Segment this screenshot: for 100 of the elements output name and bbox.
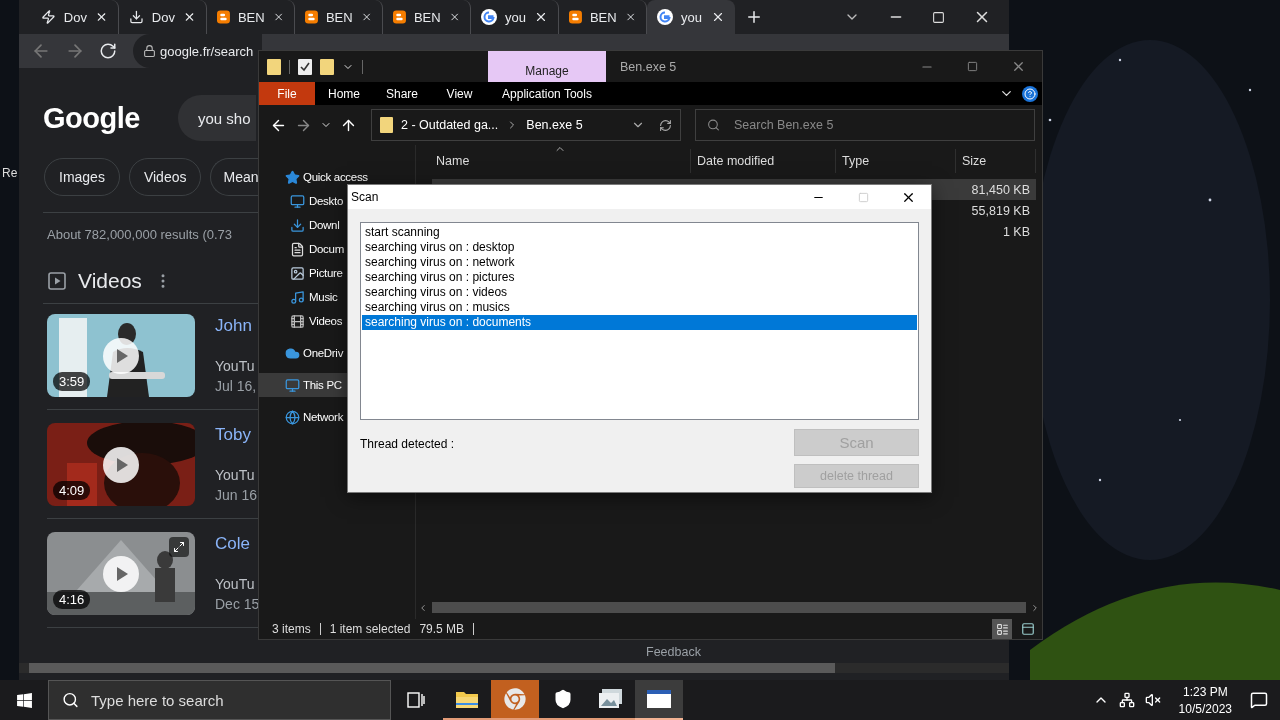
nav-label: This PC — [303, 379, 342, 391]
notification-icon[interactable] — [1250, 691, 1268, 709]
video-source: YouTu — [215, 467, 256, 483]
monitor-icon — [285, 377, 300, 393]
expand-icon[interactable] — [169, 537, 189, 557]
ribbon-tab[interactable]: Share — [373, 82, 431, 105]
bolt-icon — [41, 9, 56, 25]
ribbon-tab[interactable]: Home — [315, 82, 373, 105]
column-header[interactable]: Date modified — [691, 149, 836, 173]
nav-label: Deskto — [309, 195, 343, 207]
video-title[interactable]: John — [215, 316, 257, 336]
file-size: 81,450 KB — [971, 182, 1030, 197]
download-icon — [290, 217, 305, 233]
square-logo-icon — [217, 9, 230, 25]
nav-label: Picture — [309, 267, 343, 279]
square-logo-icon — [305, 9, 318, 25]
desktop-icon-label[interactable]: Re — [2, 166, 18, 180]
music-note-icon — [290, 289, 305, 305]
ribbon-tab[interactable]: View — [431, 82, 488, 105]
close-icon[interactable] — [360, 10, 372, 24]
section-title: Videos — [78, 269, 142, 293]
taskbar-app[interactable] — [635, 680, 683, 720]
film-icon — [290, 313, 305, 329]
nav-label: Docum — [309, 243, 344, 255]
status-text: 79.5 MB — [419, 622, 465, 636]
refresh-icon[interactable] — [659, 118, 672, 132]
column-header[interactable]: Size — [956, 149, 1036, 173]
scroll-left-icon[interactable] — [418, 602, 428, 613]
video-date: Jul 16, — [215, 378, 257, 394]
properties-icon[interactable] — [298, 58, 312, 75]
log-entry[interactable]: searching virus on : desktop — [362, 240, 917, 255]
search-icon — [62, 691, 79, 709]
result-stats: About 782,000,000 results (0.73 — [47, 227, 233, 242]
log-entry[interactable]: searching virus on : network — [362, 255, 917, 270]
network-icon[interactable] — [1118, 692, 1135, 708]
window-icon — [647, 690, 671, 708]
close-icon[interactable] — [448, 10, 460, 24]
close-icon[interactable] — [272, 10, 284, 24]
four-panes-icon — [15, 691, 33, 709]
play-icon[interactable] — [103, 338, 139, 374]
nav-item[interactable]: Quick access — [259, 165, 415, 189]
help-icon[interactable] — [1022, 85, 1038, 102]
log-entry[interactable]: searching virus on : documents — [362, 315, 917, 330]
log-entry[interactable]: start scanning — [362, 225, 917, 240]
browser-tab[interactable]: you — [647, 0, 735, 34]
globe-icon — [285, 409, 300, 425]
folder-icon — [380, 117, 393, 133]
details-view-button[interactable] — [992, 619, 1012, 639]
log-list[interactable]: start scanning searching virus on : desktop searching virus on : network searching virus on : pictures searching virus on : videos searching virus on : musics searching virus on : documents — [360, 222, 919, 420]
video-source: YouTu — [215, 358, 256, 374]
breadcrumb-item[interactable]: 2 - Outdated ga... — [401, 118, 499, 132]
search-field[interactable]: Search Ben.exe 5 — [695, 109, 1035, 141]
column-header[interactable]: Name — [416, 149, 691, 173]
nav-label: Videos — [309, 315, 343, 327]
ribbon-tab[interactable]: Application Tools — [488, 82, 606, 105]
close-icon[interactable] — [624, 10, 636, 24]
clock-time[interactable]: 1:23 PM — [1182, 684, 1228, 699]
muted-speaker-icon[interactable] — [1144, 692, 1161, 708]
search-icon — [707, 118, 720, 132]
log-entry[interactable]: searching virus on : videos — [362, 285, 917, 300]
search-field[interactable]: you sho — [178, 95, 256, 141]
log-entry[interactable]: searching virus on : pictures — [362, 270, 917, 285]
panel-icon — [1021, 622, 1035, 636]
close-icon[interactable] — [534, 10, 548, 24]
star-icon — [285, 169, 300, 185]
breadcrumb-item[interactable]: Ben.exe 5 — [526, 118, 583, 132]
column-header[interactable]: Type — [836, 149, 956, 173]
close-icon[interactable] — [95, 10, 108, 24]
round-logo-icon — [481, 9, 497, 25]
folder-icon[interactable] — [320, 58, 334, 75]
task-view-icon — [407, 692, 425, 708]
play-icon[interactable] — [103, 447, 139, 483]
folder-icon — [455, 689, 479, 709]
round-logo-icon — [657, 9, 673, 25]
new-tab-icon[interactable] — [745, 8, 763, 26]
window-title: Ben.exe 5 — [619, 59, 678, 74]
shield-icon — [553, 689, 573, 709]
ribbon-tab[interactable]: Manage — [488, 51, 606, 82]
address-bar[interactable]: google.fr/search — [133, 34, 262, 68]
play-square-icon — [48, 272, 66, 290]
scroll-right-icon[interactable] — [1030, 602, 1040, 613]
video-title[interactable]: Toby — [215, 425, 258, 445]
folder-icon[interactable] — [267, 58, 281, 75]
reload-icon[interactable] — [99, 42, 117, 60]
image-icon — [290, 265, 305, 281]
video-date: Jun 16 — [215, 487, 258, 503]
log-entry[interactable]: searching virus on : musics — [362, 300, 917, 315]
list-icon — [995, 622, 1009, 636]
clock-date[interactable]: 10/5/2023 — [1178, 701, 1232, 716]
close-icon[interactable] — [183, 10, 196, 24]
nav-label: Music — [309, 291, 338, 303]
nav-label: Downl — [309, 219, 340, 231]
video-title[interactable]: Cole — [215, 534, 260, 554]
close-icon[interactable] — [711, 10, 725, 24]
download-icon — [129, 9, 144, 25]
square-logo-icon — [393, 9, 406, 25]
search-field[interactable]: Type here to search — [48, 680, 391, 720]
feedback-link[interactable]: Feedback — [646, 645, 701, 659]
address-bar[interactable]: 2 - Outdated ga... Ben.exe 5 — [371, 109, 681, 141]
horizontal-scrollbar[interactable] — [19, 663, 1009, 673]
